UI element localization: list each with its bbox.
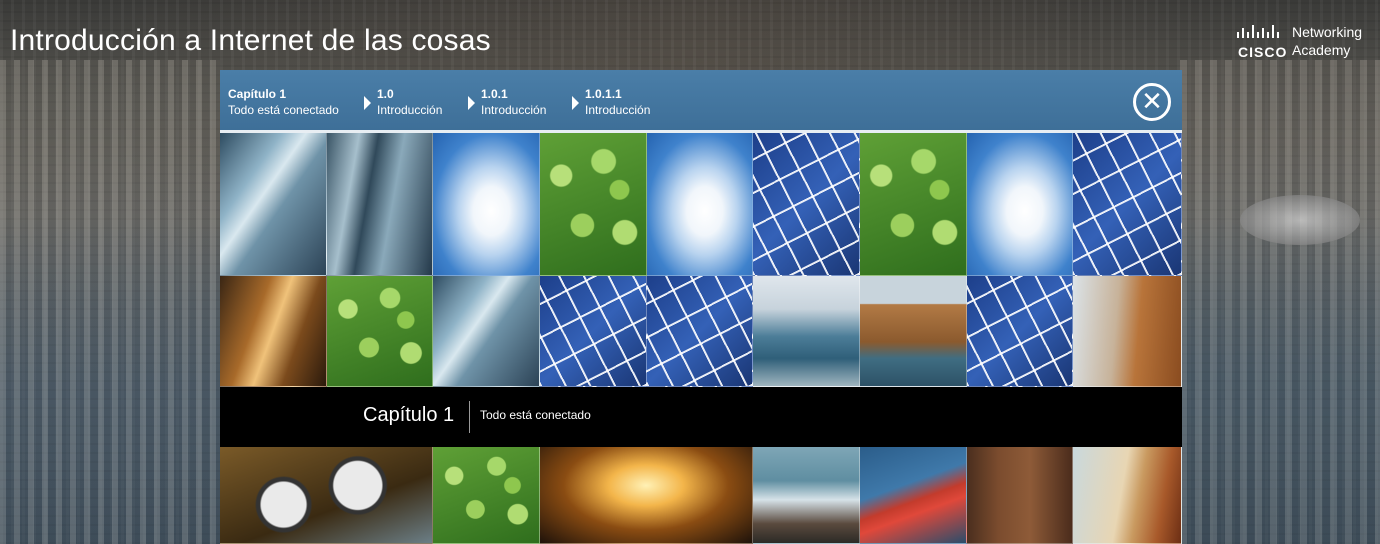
tile-image-solar-panels xyxy=(540,276,647,387)
cisco-wordmark: CISCO xyxy=(1238,44,1288,60)
cisco-bars-icon xyxy=(1237,25,1279,38)
breadcrumb-item-chapter[interactable]: Capítulo 1 Todo está conectado xyxy=(228,86,339,118)
background-right-city xyxy=(1180,60,1380,544)
course-title: Introducción a Internet de las cosas xyxy=(10,24,491,57)
breadcrumb-item-1-0-1-1[interactable]: 1.0.1.1 Introducción xyxy=(585,86,650,118)
breadcrumb-separator-icon xyxy=(572,96,579,110)
breadcrumb-separator-icon xyxy=(468,96,475,110)
breadcrumb-number: 1.0.1.1 xyxy=(585,87,622,101)
breadcrumb-separator-icon xyxy=(364,96,371,110)
tile-image-solar-panels xyxy=(967,276,1073,387)
tile-image-bicycle xyxy=(860,447,967,544)
tile-image-sea-stacks xyxy=(753,276,860,387)
close-circle-icon: ✕ xyxy=(1141,86,1163,116)
chapter-title-band: Capítulo 1 Todo está conectado xyxy=(220,387,1182,447)
tile-image-rocks xyxy=(753,447,860,544)
logo-line-networking: Networking xyxy=(1292,24,1363,40)
breadcrumb-number: 1.0 xyxy=(377,87,394,101)
breadcrumb-item-1-0[interactable]: 1.0 Introducción xyxy=(377,86,442,118)
breadcrumb: Capítulo 1 Todo está conectado 1.0 Intro… xyxy=(220,70,1182,133)
breadcrumb-label: Introducción xyxy=(481,103,547,117)
tile-image-leaves xyxy=(327,276,433,387)
chapter-name: Todo está conectado xyxy=(480,408,591,422)
tile-image-sky xyxy=(433,133,540,276)
breadcrumb-number: 1.0.1 xyxy=(481,87,508,101)
tile-image-solar-panels xyxy=(753,133,860,276)
tile-image-sea-stacks xyxy=(860,276,967,387)
tile-image-solar-panels xyxy=(647,276,753,387)
tile-image-gauges xyxy=(220,447,433,544)
tile-image-leaves xyxy=(860,133,967,276)
tile-image-solar-panels xyxy=(1073,133,1182,276)
tile-image-sky xyxy=(967,133,1073,276)
tile-image-sky xyxy=(647,133,753,276)
breadcrumb-label: Todo está conectado xyxy=(228,103,339,117)
image-tile-grid: Capítulo 1 Todo está conectado xyxy=(220,133,1182,544)
breadcrumb-label: Introducción xyxy=(377,103,443,117)
cisco-networking-academy-logo: CISCO Networking Academy xyxy=(1236,22,1372,62)
tile-image-pipe xyxy=(220,133,327,276)
breadcrumb-label: Introducción xyxy=(585,103,651,117)
tile-image-beach xyxy=(1073,447,1182,544)
tile-image-cliffs xyxy=(1073,276,1182,387)
breadcrumb-number: Capítulo 1 xyxy=(228,87,287,101)
chapter-number: Capítulo 1 xyxy=(363,404,455,426)
tile-image-pipe xyxy=(433,276,540,387)
background-stadium xyxy=(1240,195,1360,245)
background-left-city xyxy=(0,60,220,544)
chapter-panel: Capítulo 1 Todo está conectado 1.0 Intro… xyxy=(220,70,1182,544)
tile-image-leaves xyxy=(540,133,647,276)
tile-image-copper-pipe xyxy=(220,276,327,387)
tile-image-door xyxy=(967,447,1073,544)
logo-line-academy: Academy xyxy=(1292,42,1351,58)
breadcrumb-item-1-0-1[interactable]: 1.0.1 Introducción xyxy=(481,86,546,118)
tile-image-light-bulb xyxy=(540,447,753,544)
tile-image-pipe xyxy=(327,133,433,276)
divider xyxy=(469,401,470,433)
tile-image-leaves xyxy=(433,447,540,544)
close-button[interactable]: ✕ xyxy=(1133,83,1171,121)
